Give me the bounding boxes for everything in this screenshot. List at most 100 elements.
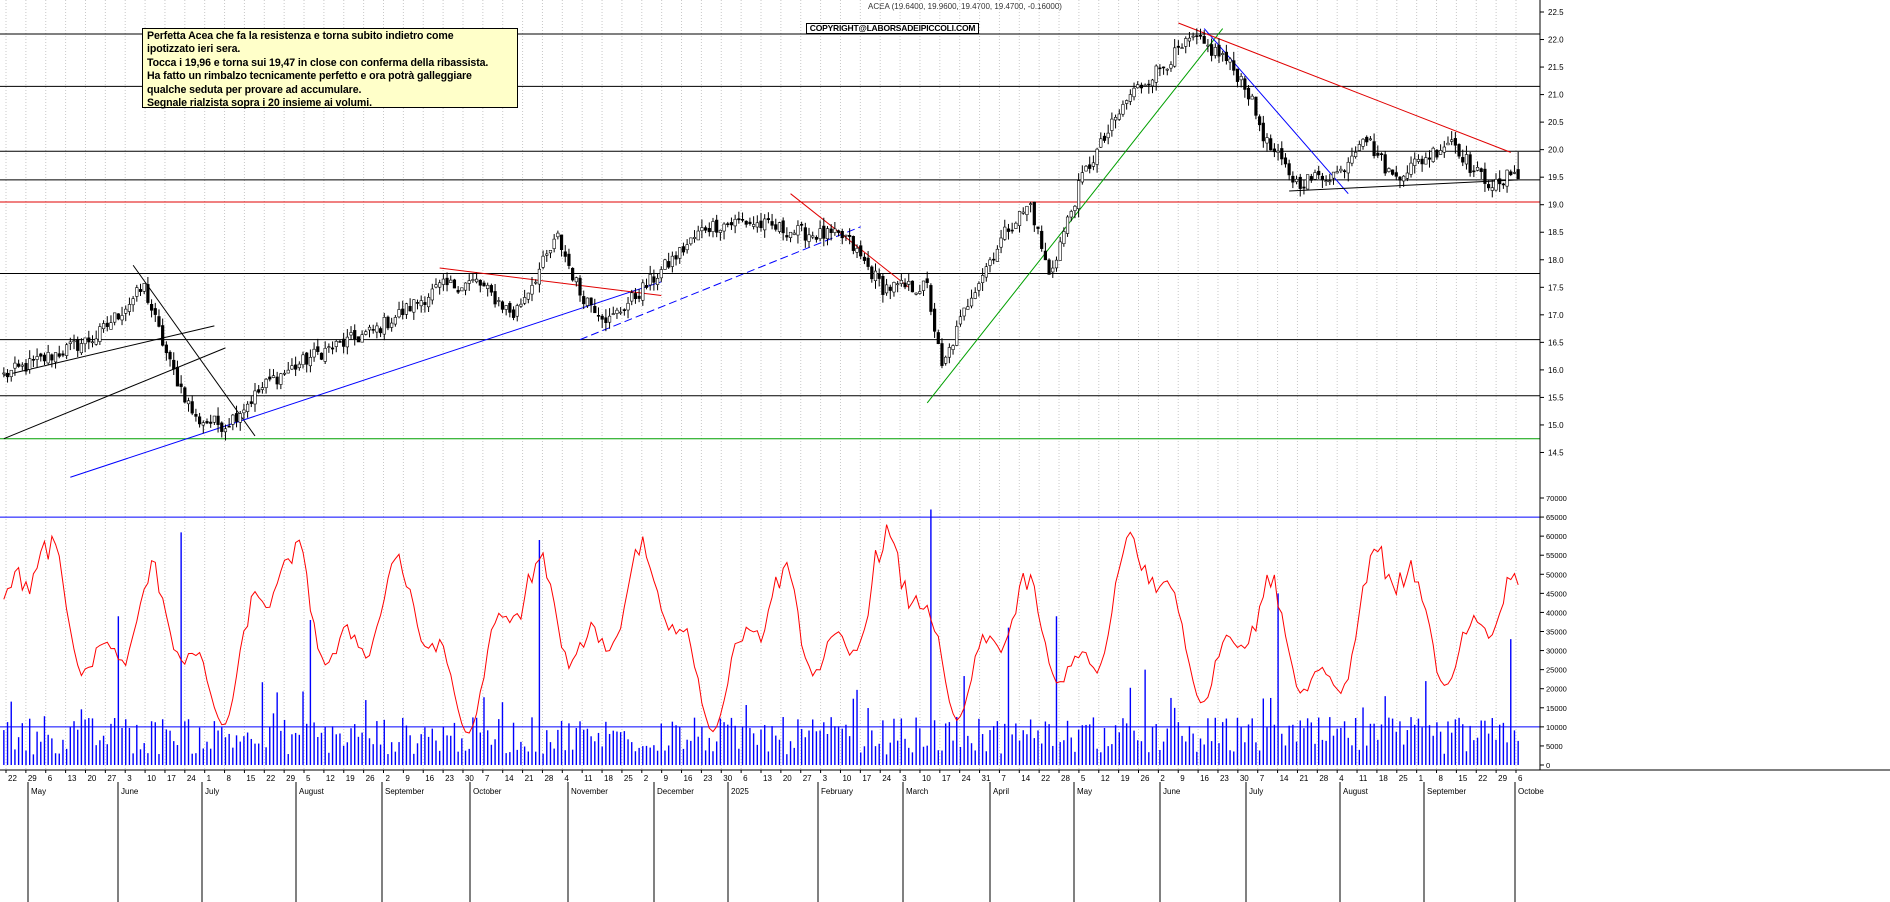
candle-body [1317, 170, 1321, 176]
candle [1387, 167, 1391, 173]
x-tick-label: 3 [823, 774, 828, 783]
candle [286, 361, 290, 374]
candle-body [1306, 174, 1310, 190]
candle-body [966, 306, 970, 310]
candle [807, 227, 811, 248]
candle-body [28, 358, 32, 370]
candle-body [1065, 216, 1070, 234]
candle [851, 235, 855, 255]
candle-body [179, 383, 183, 387]
x-tick-label: 1 [207, 774, 212, 783]
candle-body [1106, 132, 1110, 139]
candle-body [1512, 172, 1517, 174]
candle-body [619, 311, 623, 314]
candle [493, 284, 497, 308]
candle [231, 413, 235, 431]
candle [1505, 169, 1509, 193]
candle-body [910, 280, 915, 293]
candle-body [907, 281, 911, 285]
candle-body [1062, 231, 1066, 244]
candle-body [641, 282, 645, 301]
candle [1342, 169, 1347, 179]
candle-body [788, 231, 793, 238]
candle-body [866, 257, 870, 267]
candle-body [947, 347, 951, 358]
candle-body [1125, 100, 1129, 104]
candle-body [1494, 179, 1498, 191]
candle-body [393, 317, 397, 325]
candle-body [127, 304, 132, 312]
x-tick-label: 19 [1121, 774, 1130, 783]
candle-body [198, 416, 202, 425]
candle [1246, 85, 1251, 106]
candle-body [1006, 228, 1011, 232]
candle-body [1128, 94, 1132, 102]
candle-body [1091, 162, 1096, 167]
candle-body [626, 302, 630, 311]
x-tick-label: 23 [1220, 774, 1229, 783]
y-tick-label: 17.0 [1548, 311, 1564, 320]
candle-body [1017, 211, 1022, 226]
candle-body [1077, 180, 1081, 210]
candle [1328, 173, 1332, 186]
candle-body [1173, 47, 1177, 67]
candle-body [759, 220, 763, 229]
candle-body [859, 245, 863, 257]
candle-body [659, 269, 663, 279]
candle [1025, 205, 1029, 222]
candle [1099, 132, 1103, 148]
candle-body [940, 343, 944, 366]
candle [153, 302, 157, 322]
candle-body [1121, 104, 1125, 115]
candle [655, 273, 660, 291]
candle-body [168, 351, 172, 360]
candle-body [796, 225, 800, 236]
candle-body [297, 363, 301, 369]
candle-body [438, 282, 442, 288]
candle-body [999, 237, 1003, 248]
candle [20, 362, 24, 371]
candle-body [1346, 161, 1350, 174]
candle [2, 367, 6, 378]
trend-line [3, 325, 215, 376]
candle-body [382, 317, 386, 335]
candle [1346, 157, 1350, 182]
candle [135, 284, 139, 302]
candle [715, 214, 719, 238]
candle [353, 324, 357, 346]
candle-body [205, 421, 209, 424]
candle [452, 278, 457, 289]
candle-body [1014, 222, 1018, 229]
candle-body [722, 223, 726, 232]
candle [1280, 141, 1284, 166]
x-month-label: February [821, 787, 853, 796]
y-tick-label: 21.0 [1548, 91, 1564, 100]
candle-body [475, 278, 479, 283]
candle [238, 410, 242, 431]
candle-body [164, 344, 168, 354]
candle-body [977, 283, 981, 291]
candle [28, 350, 32, 374]
candle-body [445, 277, 449, 286]
candle [161, 318, 165, 347]
candle [541, 250, 545, 270]
candle [888, 284, 892, 300]
candle-body [356, 336, 361, 343]
candle-body [246, 403, 250, 412]
candle [578, 275, 582, 302]
candle-body [748, 221, 752, 225]
x-tick-label: 23 [445, 774, 454, 783]
volume-y-tick-label: 50000 [1546, 570, 1567, 579]
candle-body [334, 341, 338, 347]
candle [1180, 43, 1184, 49]
y-tick-label: 19.0 [1548, 201, 1564, 210]
candle-body [1073, 205, 1077, 211]
candle-body [249, 401, 253, 404]
volume-y-tick-label: 35000 [1546, 628, 1567, 637]
candle-body [1461, 157, 1465, 163]
candle-body [740, 219, 745, 221]
candle [571, 267, 575, 282]
volume-y-tick-label: 10000 [1546, 723, 1567, 732]
candle [356, 336, 361, 343]
candle-body [1069, 211, 1073, 218]
